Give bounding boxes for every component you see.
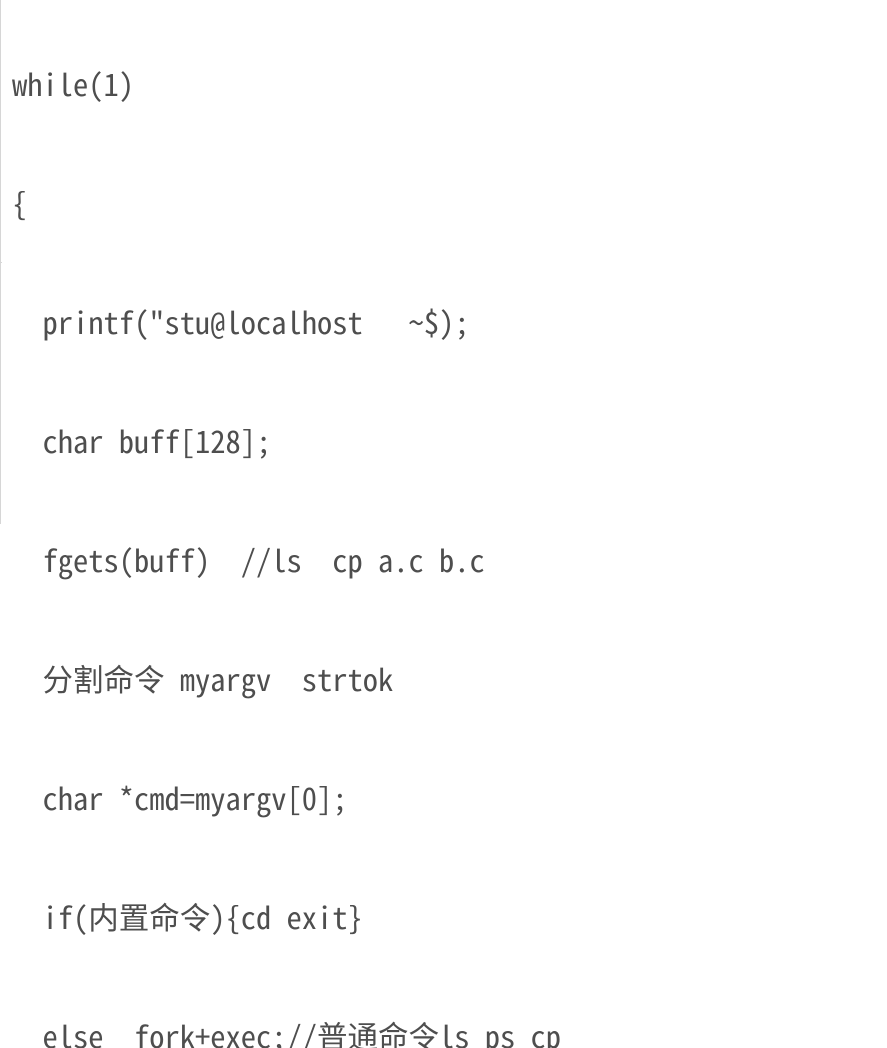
- code-line: else fork+exec;//普通命令ls ps cp: [12, 1020, 561, 1048]
- code-line: if(内置命令){cd exit}: [12, 901, 561, 959]
- code-text: char *cmd=myargv[0];: [12, 782, 348, 813]
- code-text: printf("stu@localhost ~$);: [12, 306, 470, 337]
- code-text: else fork+exec;//普通命令ls ps cp: [12, 1020, 561, 1048]
- ruler-tick: [0, 262, 2, 263]
- code-line: char *cmd=myargv[0];: [12, 782, 561, 840]
- code-line: {: [12, 187, 561, 245]
- code-line: fgets(buff) //ls cp a.c b.c: [12, 544, 561, 602]
- code-line: while(1): [12, 68, 561, 126]
- code-text: char buff[128];: [12, 425, 271, 456]
- code-text: while(1): [12, 68, 134, 99]
- code-line: char buff[128];: [12, 425, 561, 483]
- code-text: {: [12, 187, 27, 218]
- code-block: while(1) { printf("stu@localhost ~$); ch…: [12, 7, 561, 1048]
- code-text: if(内置命令){cd exit}: [12, 901, 363, 932]
- code-line: 分割命令 myargv strtok: [12, 663, 561, 721]
- code-text: 分割命令 myargv strtok: [12, 663, 393, 694]
- code-text: fgets(buff) //ls cp a.c b.c: [12, 544, 485, 575]
- code-line: printf("stu@localhost ~$);: [12, 306, 561, 364]
